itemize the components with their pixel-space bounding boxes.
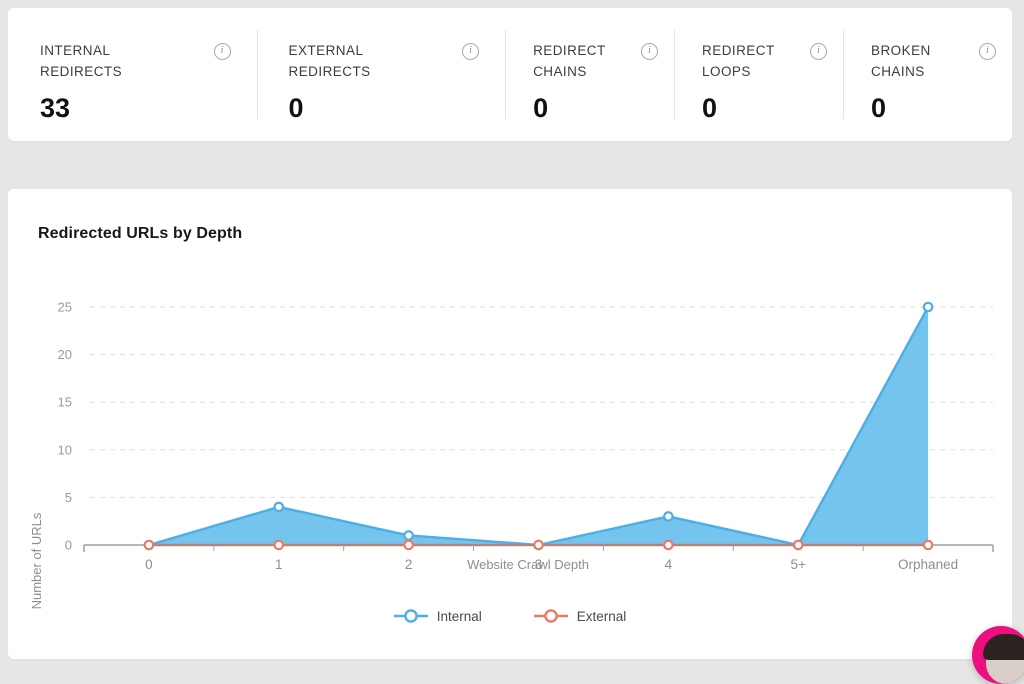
data-point-external-4[interactable] bbox=[664, 541, 672, 549]
area-chart-svg: 0510152025 Number of URLs 012345+Orphane… bbox=[8, 189, 1012, 609]
stat-value: 33 bbox=[40, 92, 231, 124]
chart-legend: Internal External bbox=[8, 608, 1012, 624]
x-axis-tick-label: 1 bbox=[275, 557, 283, 572]
stat-header: REDIRECT LOOPS i bbox=[702, 40, 827, 82]
y-axis-ticks: 0 5 10 15 20 25 bbox=[58, 300, 72, 553]
stat-redirect-chains: REDIRECT CHAINS i 0 bbox=[505, 8, 674, 141]
stat-header: REDIRECT CHAINS i bbox=[533, 40, 658, 82]
support-chat-avatar-button[interactable] bbox=[972, 626, 1024, 684]
data-point-external-3[interactable] bbox=[534, 541, 542, 549]
data-point-internal-1[interactable] bbox=[275, 503, 283, 511]
info-circle-icon[interactable]: i bbox=[641, 43, 658, 60]
stat-label: BROKEN CHAINS bbox=[871, 40, 959, 82]
data-point-internal-Orphaned[interactable] bbox=[924, 303, 932, 311]
redirected-urls-chart-card: Redirected URLs by Depth 0510152025 Numb… bbox=[8, 189, 1012, 659]
stat-external-redirects: EXTERNAL REDIRECTS i 0 bbox=[257, 8, 506, 141]
series-area-internal bbox=[149, 307, 928, 545]
stat-label: INTERNAL REDIRECTS bbox=[40, 40, 190, 82]
stat-label: REDIRECT LOOPS bbox=[702, 40, 790, 82]
stat-value: 0 bbox=[702, 92, 827, 124]
legend-label: External bbox=[577, 609, 627, 624]
stat-header: INTERNAL REDIRECTS i bbox=[40, 40, 231, 82]
x-axis-tick-label: 4 bbox=[665, 557, 673, 572]
y-axis-tick-label: 25 bbox=[58, 300, 72, 315]
stat-value: 0 bbox=[871, 92, 996, 124]
stat-label: EXTERNAL REDIRECTS bbox=[289, 40, 439, 82]
x-axis-tick-label: Orphaned bbox=[898, 557, 958, 572]
stat-value: 0 bbox=[289, 92, 480, 124]
y-axis-title: Number of URLs bbox=[29, 512, 44, 609]
legend-item-external[interactable]: External bbox=[534, 608, 627, 624]
series-line-internal bbox=[149, 307, 928, 545]
info-circle-icon[interactable]: i bbox=[462, 43, 479, 60]
legend-marker-external-icon bbox=[534, 608, 568, 624]
series-areas bbox=[149, 307, 928, 545]
legend-marker-internal-icon bbox=[394, 608, 428, 624]
data-point-external-2[interactable] bbox=[404, 541, 412, 549]
x-axis-tick-label: 0 bbox=[145, 557, 153, 572]
stat-header: EXTERNAL REDIRECTS i bbox=[289, 40, 480, 82]
stat-broken-chains: BROKEN CHAINS i 0 bbox=[843, 8, 1012, 141]
x-axis-tick-label: 5+ bbox=[791, 557, 807, 572]
chart-plot-area: 0510152025 Number of URLs 012345+Orphane… bbox=[8, 189, 1012, 659]
x-axis-tick-label: 2 bbox=[405, 557, 413, 572]
y-axis-tick-label: 10 bbox=[58, 442, 72, 457]
info-circle-icon[interactable]: i bbox=[810, 43, 827, 60]
stat-value: 0 bbox=[533, 92, 658, 124]
info-circle-icon[interactable]: i bbox=[979, 43, 996, 60]
data-point-external-1[interactable] bbox=[275, 541, 283, 549]
data-point-external-0[interactable] bbox=[145, 541, 153, 549]
info-circle-icon[interactable]: i bbox=[214, 43, 231, 60]
stat-header: BROKEN CHAINS i bbox=[871, 40, 996, 82]
stat-internal-redirects: INTERNAL REDIRECTS i 33 bbox=[8, 8, 257, 141]
legend-label: Internal bbox=[437, 609, 482, 624]
data-point-external-Orphaned[interactable] bbox=[924, 541, 932, 549]
stat-redirect-loops: REDIRECT LOOPS i 0 bbox=[674, 8, 843, 141]
data-point-internal-2[interactable] bbox=[404, 531, 412, 539]
y-axis-tick-label: 20 bbox=[58, 347, 72, 362]
y-axis-tick-label: 5 bbox=[65, 490, 72, 505]
legend-item-internal[interactable]: Internal bbox=[394, 608, 482, 624]
data-point-external-5+[interactable] bbox=[794, 541, 802, 549]
stat-label: REDIRECT CHAINS bbox=[533, 40, 621, 82]
x-axis-title: Website Crawl Depth bbox=[467, 557, 589, 572]
y-axis-tick-label: 0 bbox=[65, 538, 72, 553]
avatar-hair bbox=[983, 634, 1024, 660]
data-point-internal-4[interactable] bbox=[664, 512, 672, 520]
y-axis-tick-label: 15 bbox=[58, 395, 72, 410]
redirect-stats-card: INTERNAL REDIRECTS i 33 EXTERNAL REDIREC… bbox=[8, 8, 1012, 141]
